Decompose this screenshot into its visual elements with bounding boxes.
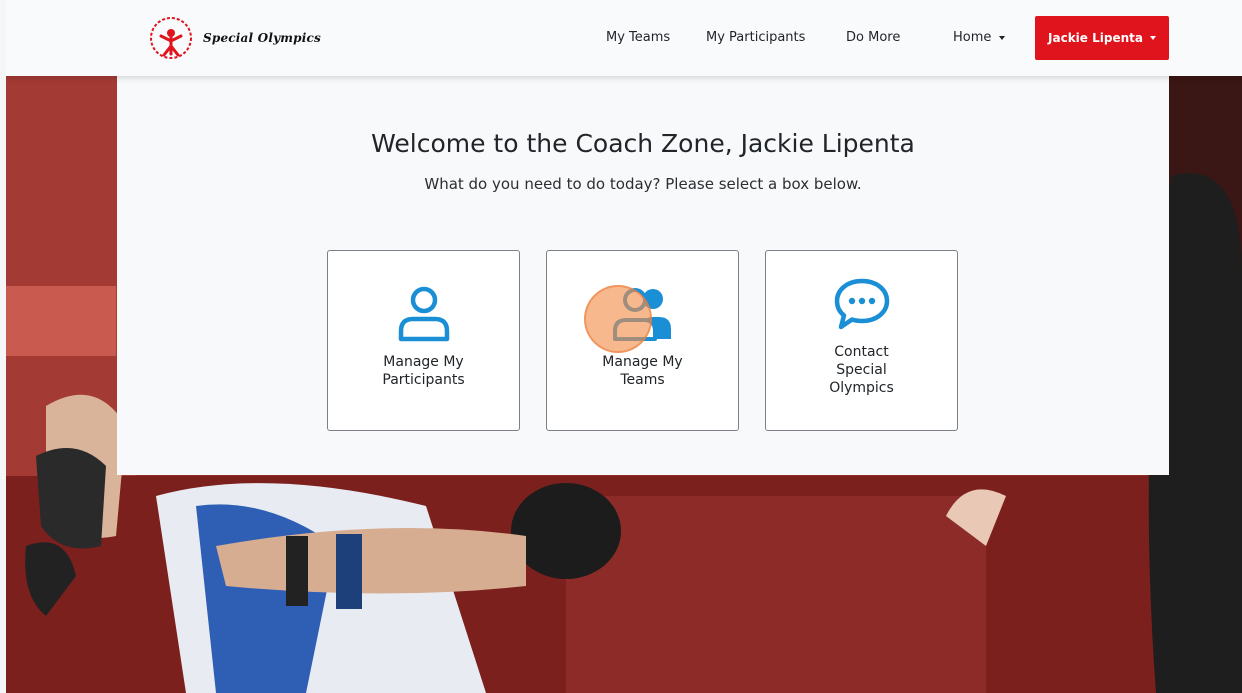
user-menu-button[interactable]: Jackie Lipenta xyxy=(1035,16,1169,60)
manage-participants-card[interactable]: Manage My Participants xyxy=(327,250,520,431)
chevron-down-icon xyxy=(999,35,1006,40)
special-olympics-logo[interactable]: Special Olympics xyxy=(147,14,321,62)
person-icon xyxy=(398,286,449,342)
card-label: Manage My Teams xyxy=(602,354,683,388)
special-olympics-logo-icon xyxy=(150,17,192,59)
top-navbar: Special Olympics My Teams My Participant… xyxy=(6,0,1242,76)
nav-do-more[interactable]: Do More xyxy=(846,30,900,45)
manage-teams-card[interactable]: Manage My Teams xyxy=(546,250,739,431)
nav-home-dropdown[interactable]: Home xyxy=(953,30,1006,45)
coach-zone-panel: Welcome to the Coach Zone, Jackie Lipent… xyxy=(117,76,1169,475)
card-label: Contact Special Olympics xyxy=(829,344,894,396)
page-subtitle: What do you need to do today? Please sel… xyxy=(424,175,862,193)
chat-bubble-icon xyxy=(834,278,889,330)
app-frame: Special Olympics My Teams My Participant… xyxy=(6,0,1242,693)
card-label: Manage My Participants xyxy=(382,354,465,388)
logo-text: Special Olympics xyxy=(203,31,321,45)
nav-my-teams[interactable]: My Teams xyxy=(606,30,670,45)
contact-special-olympics-card[interactable]: Contact Special Olympics xyxy=(765,250,958,431)
nav-home-label: Home xyxy=(953,30,992,45)
chevron-down-icon xyxy=(1149,36,1156,40)
user-menu-label: Jackie Lipenta xyxy=(1048,31,1143,45)
page-title: Welcome to the Coach Zone, Jackie Lipent… xyxy=(371,129,915,158)
people-icon xyxy=(612,288,671,341)
nav-my-participants[interactable]: My Participants xyxy=(706,30,805,45)
